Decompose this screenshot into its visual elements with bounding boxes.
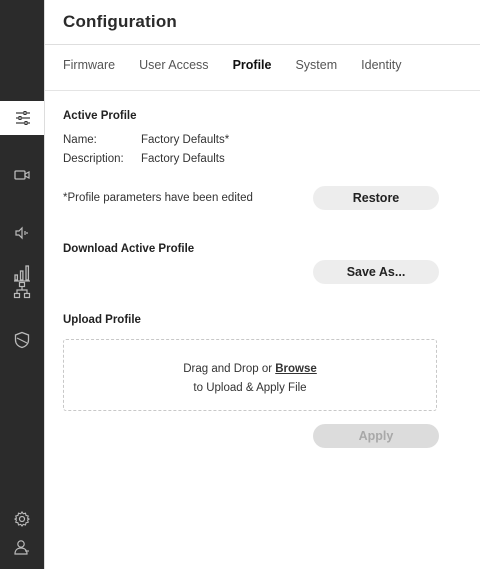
profile-name-label: Name:: [63, 134, 97, 146]
tab-system[interactable]: System: [295, 58, 337, 72]
sidebar-item-security[interactable]: [0, 323, 44, 357]
user-icon: [14, 540, 29, 555]
profile-name-value: Factory Defaults*: [141, 134, 230, 146]
sidebar-item-configuration[interactable]: [0, 101, 46, 135]
file-dropzone[interactable]: Drag and Drop or Browse to Upload & Appl…: [63, 339, 437, 411]
upload-profile-heading: Upload Profile: [63, 314, 141, 326]
sliders-icon: [16, 111, 30, 125]
save-as-button[interactable]: Save As...: [313, 260, 439, 284]
dropzone-line-1: Drag and Drop or Browse: [64, 360, 436, 379]
shield-icon: [14, 331, 30, 349]
profile-name-row: Name: Factory Defaults*: [63, 134, 229, 146]
active-profile-heading: Active Profile: [63, 110, 137, 122]
tab-firmware[interactable]: Firmware: [63, 58, 115, 72]
sidebar-item-network[interactable]: [0, 273, 44, 307]
gear-icon: [13, 511, 31, 527]
dropzone-line-2: to Upload & Apply File: [193, 382, 307, 394]
profile-description-value: Factory Defaults: [141, 153, 225, 165]
tabs-divider: [45, 90, 480, 91]
tab-profile[interactable]: Profile: [233, 58, 272, 72]
profile-description-label: Description:: [63, 153, 124, 165]
dropzone-prefix: Drag and Drop or: [183, 363, 276, 375]
profile-description-row: Description: Factory Defaults: [63, 153, 225, 165]
restore-button[interactable]: Restore: [313, 186, 439, 210]
apply-button[interactable]: Apply: [313, 424, 439, 448]
sidebar-item-video[interactable]: [0, 158, 44, 192]
sidebar-item-audio[interactable]: [0, 216, 44, 250]
download-profile-heading: Download Active Profile: [63, 243, 195, 255]
tab-identity[interactable]: Identity: [361, 58, 401, 72]
tab-bar: Firmware User Access Profile System Iden…: [63, 58, 401, 72]
edited-note: *Profile parameters have been edited: [63, 192, 253, 204]
camera-icon: [14, 170, 30, 180]
browse-link[interactable]: Browse: [275, 363, 317, 375]
title-divider: [45, 44, 480, 45]
page-title: Configuration: [63, 12, 178, 31]
main-panel: Configuration Firmware User Access Profi…: [44, 0, 480, 569]
tab-user-access[interactable]: User Access: [139, 58, 208, 72]
sidebar-item-user[interactable]: [0, 530, 44, 564]
network-icon: [13, 281, 31, 299]
speaker-icon: [15, 226, 28, 240]
